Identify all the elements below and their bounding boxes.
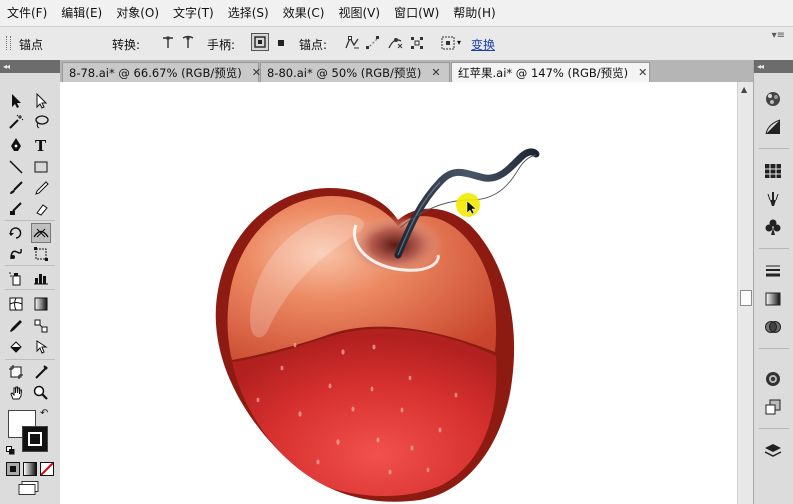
selection-tool-icon[interactable] bbox=[6, 91, 26, 111]
width-tool-icon[interactable] bbox=[31, 223, 51, 243]
blob-brush-tool-icon[interactable] bbox=[6, 199, 26, 219]
eyedropper-tool-icon[interactable] bbox=[6, 316, 26, 336]
artboard-tool-icon[interactable] bbox=[6, 362, 26, 382]
gradient-tool-icon[interactable] bbox=[31, 294, 51, 314]
menu-view[interactable]: 视图(V) bbox=[331, 0, 387, 26]
warp-tool-icon[interactable] bbox=[6, 244, 26, 264]
color-guide-panel-icon[interactable] bbox=[761, 116, 785, 138]
control-panel-menu-icon[interactable]: ▾≡ bbox=[772, 30, 785, 41]
cut-path-at-anchor-icon[interactable] bbox=[387, 35, 403, 51]
close-icon[interactable]: ✕ bbox=[431, 64, 440, 82]
convert-label: 转换: bbox=[112, 38, 141, 52]
swap-fill-stroke-icon[interactable]: ↶ bbox=[40, 408, 48, 419]
swatches-panel-icon[interactable] bbox=[761, 160, 785, 182]
isolate-anchors-icon[interactable] bbox=[409, 35, 425, 51]
none-mode-icon[interactable] bbox=[40, 462, 54, 476]
gradient-panel-icon[interactable] bbox=[761, 288, 785, 310]
rectangle-tool-icon[interactable] bbox=[31, 157, 51, 177]
artboard-canvas[interactable] bbox=[60, 82, 737, 504]
brushes-panel-icon[interactable] bbox=[761, 188, 785, 210]
anchors-label: 锚点: bbox=[299, 38, 328, 52]
column-graph-tool-icon[interactable] bbox=[31, 268, 51, 288]
svg-text:T: T bbox=[35, 137, 47, 153]
document-tab[interactable]: 8-78.ai* @ 66.67% (RGB/预览) ✕ bbox=[62, 62, 261, 82]
zoom-tool-icon[interactable] bbox=[31, 383, 51, 403]
line-segment-tool-icon[interactable] bbox=[6, 157, 26, 177]
menu-window[interactable]: 窗口(W) bbox=[387, 0, 446, 26]
connect-endpoints-icon[interactable] bbox=[365, 35, 381, 51]
tab-title: 红苹果.ai* @ 147% (RGB/预览) bbox=[458, 65, 629, 80]
transform-link[interactable]: 变换 bbox=[471, 36, 495, 53]
tools-panel: ◂◂ T ↶ bbox=[0, 60, 61, 504]
direct-selection-tool-icon[interactable] bbox=[31, 91, 51, 111]
menu-select[interactable]: 选择(S) bbox=[221, 0, 276, 26]
apple-lower-body bbox=[232, 328, 497, 497]
lasso-tool-icon[interactable] bbox=[31, 112, 51, 132]
stroke-swatch[interactable] bbox=[22, 426, 48, 452]
free-transform-tool-icon[interactable] bbox=[31, 244, 51, 264]
appearance-panel-icon[interactable] bbox=[761, 368, 785, 390]
symbols-panel-icon[interactable] bbox=[761, 216, 785, 238]
align-dropdown-icon[interactable]: ▾ bbox=[457, 38, 461, 47]
remove-anchor-icon[interactable] bbox=[344, 35, 360, 51]
panel-dock: ◂◂ bbox=[753, 60, 793, 504]
hand-tool-icon[interactable] bbox=[6, 383, 26, 403]
color-panel-icon[interactable] bbox=[761, 88, 785, 110]
align-anchors-icon[interactable] bbox=[440, 35, 456, 51]
paintbrush-tool-icon[interactable] bbox=[6, 178, 26, 198]
eraser-tool-icon[interactable] bbox=[31, 199, 51, 219]
dock-collapse-icon[interactable]: ◂◂ bbox=[754, 60, 793, 73]
anchor-mode-label: 锚点 bbox=[19, 38, 44, 52]
scrollbar-thumb[interactable] bbox=[740, 290, 752, 306]
mesh-tool-icon[interactable] bbox=[6, 294, 26, 314]
blend-tool-icon[interactable] bbox=[31, 316, 51, 336]
type-tool-icon[interactable]: T bbox=[31, 135, 51, 155]
red-apple-artwork bbox=[215, 148, 540, 502]
tab-title: 8-78.ai* @ 66.67% (RGB/预览) bbox=[69, 65, 242, 80]
default-fill-stroke-icon[interactable] bbox=[6, 444, 15, 455]
pen-tool-icon[interactable] bbox=[6, 135, 26, 155]
menu-bar: 文件(F) 编辑(E) 对象(O) 文字(T) 选择(S) 效果(C) 视图(V… bbox=[0, 0, 793, 27]
live-paint-selection-tool-icon[interactable] bbox=[31, 337, 51, 357]
screen-mode-icon[interactable] bbox=[18, 481, 40, 495]
vertical-scrollbar[interactable]: ▲ bbox=[737, 82, 753, 504]
convert-to-corner-icon[interactable] bbox=[160, 35, 176, 51]
tab-title: 8-80.ai* @ 50% (RGB/预览) bbox=[267, 65, 422, 80]
convert-to-smooth-icon[interactable] bbox=[180, 35, 196, 51]
menu-help[interactable]: 帮助(H) bbox=[446, 0, 502, 26]
rotate-tool-icon[interactable] bbox=[6, 223, 26, 243]
scroll-up-icon[interactable]: ▲ bbox=[741, 85, 747, 94]
stroke-panel-icon[interactable] bbox=[761, 260, 785, 282]
transparency-panel-icon[interactable] bbox=[761, 316, 785, 338]
slice-tool-icon[interactable] bbox=[31, 362, 51, 382]
tools-panel-collapse-icon[interactable]: ◂◂ bbox=[0, 60, 60, 73]
menu-type[interactable]: 文字(T) bbox=[166, 0, 221, 26]
hide-handles-icon[interactable] bbox=[273, 35, 289, 51]
close-icon[interactable]: ✕ bbox=[638, 64, 647, 82]
layers-panel-icon[interactable] bbox=[761, 440, 785, 462]
magic-wand-tool-icon[interactable] bbox=[6, 112, 26, 132]
menu-object[interactable]: 对象(O) bbox=[109, 0, 166, 26]
control-bar: 锚点 转换: 手柄: 锚点: ▾ 变换 ▾≡ bbox=[0, 27, 793, 61]
color-mode-icon[interactable] bbox=[6, 462, 20, 476]
document-tab-active[interactable]: 红苹果.ai* @ 147% (RGB/预览) ✕ bbox=[451, 62, 650, 82]
menu-file[interactable]: 文件(F) bbox=[0, 0, 54, 26]
control-bar-grip[interactable] bbox=[6, 36, 11, 50]
handles-label: 手柄: bbox=[207, 38, 236, 52]
menu-edit[interactable]: 编辑(E) bbox=[54, 0, 109, 26]
symbol-sprayer-tool-icon[interactable] bbox=[6, 268, 26, 288]
document-tab[interactable]: 8-80.ai* @ 50% (RGB/预览) ✕ bbox=[260, 62, 450, 82]
gradient-mode-icon[interactable] bbox=[23, 462, 37, 476]
pencil-tool-icon[interactable] bbox=[31, 178, 51, 198]
graphic-styles-panel-icon[interactable] bbox=[761, 396, 785, 418]
live-paint-bucket-tool-icon[interactable] bbox=[6, 337, 26, 357]
show-handles-icon[interactable] bbox=[251, 33, 269, 51]
document-tab-bar: 8-78.ai* @ 66.67% (RGB/预览) ✕ 8-80.ai* @ … bbox=[60, 60, 753, 82]
menu-effect[interactable]: 效果(C) bbox=[276, 0, 332, 26]
